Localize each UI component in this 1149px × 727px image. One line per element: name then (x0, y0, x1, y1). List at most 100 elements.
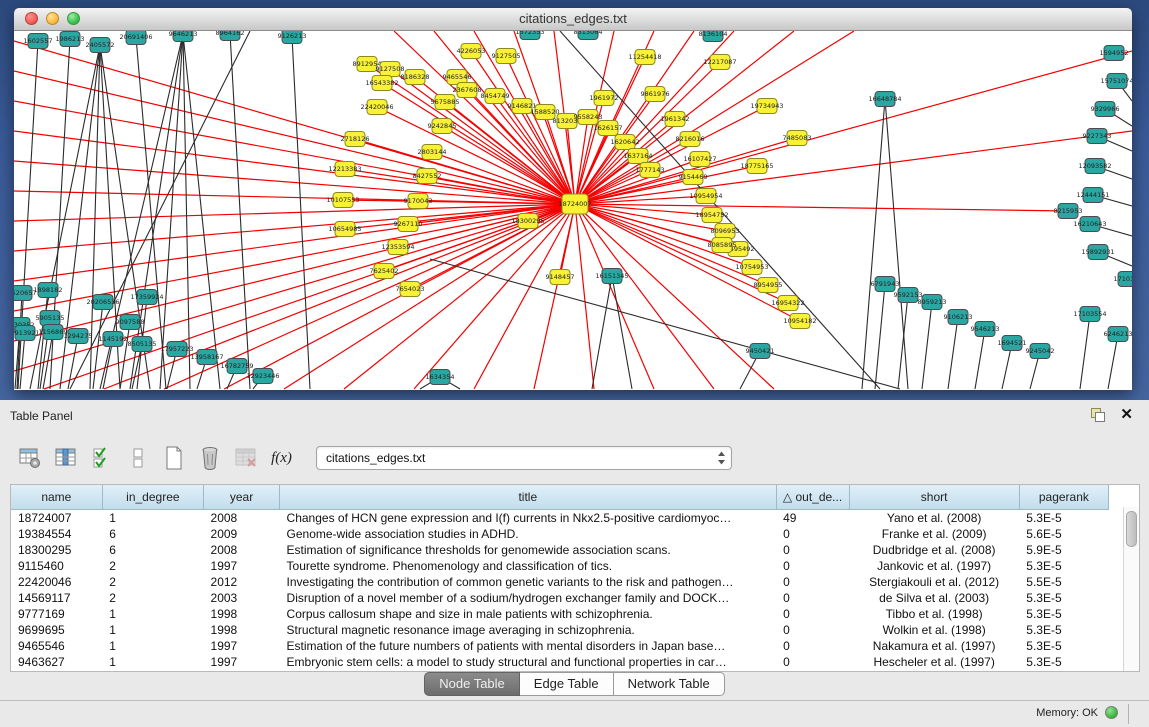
select-all-columns-icon[interactable] (88, 445, 115, 472)
table-row[interactable]: 969969511998Structural magnetic resonanc… (11, 622, 1109, 638)
table-row[interactable]: 911546021997Tourette syndrome. Phenomeno… (11, 558, 1109, 574)
graph-node-label: 16954322 (771, 299, 804, 307)
network-view-canvas[interactable]: 8912954912750816543382818632894655462367… (14, 31, 1132, 390)
table-cell: Yano et al. (2008) (849, 510, 1019, 527)
table-cell: 0 (776, 638, 849, 654)
table-cell: Tourette syndrome. Phenomenology and cla… (280, 558, 777, 574)
table-scrollbar-thumb[interactable] (1126, 511, 1137, 547)
graph-node-label: 8959213 (918, 298, 947, 306)
table-cell: 1997 (204, 638, 280, 654)
graph-node-label: 7485083 (783, 134, 812, 142)
graph-node-label: 1898182 (34, 286, 63, 294)
table-cell: 2 (102, 590, 203, 606)
table-row[interactable]: 946554611997Estimation of the future num… (11, 638, 1109, 654)
table-row[interactable]: 946362711997Embryonic stem cells: a mode… (11, 654, 1109, 670)
citation-edge[interactable] (575, 51, 1132, 204)
column-header-out_de[interactable]: △ out_de... (776, 485, 849, 510)
table-cell: 5.3E-5 (1019, 510, 1108, 527)
table-cell: 1998 (204, 622, 280, 638)
status-bar: Memory: OK (0, 700, 1149, 727)
reference-edge[interactable] (1108, 334, 1118, 389)
citation-network-graph[interactable]: 8912954912750816543382818632894655462367… (14, 31, 1132, 390)
graph-node-label: 17359924 (130, 293, 163, 301)
graph-node-label: 2405572 (86, 41, 115, 49)
table-cell: Investigating the contribution of common… (280, 574, 777, 590)
reference-edge[interactable] (612, 276, 632, 389)
reference-edge[interactable] (130, 34, 183, 389)
graph-node-label: 8454749 (481, 92, 510, 100)
citation-edge[interactable] (355, 139, 575, 204)
table-cell: 0 (776, 542, 849, 558)
column-header-pagerank[interactable]: pagerank (1019, 485, 1108, 510)
float-panel-icon[interactable] (1091, 408, 1105, 422)
graph-node-label: 1626157 (594, 124, 623, 132)
minimize-window-button[interactable] (46, 12, 59, 25)
table-cell: 1997 (204, 654, 280, 670)
function-builder-icon[interactable]: f(x) (268, 445, 295, 472)
table-cell: 1 (102, 606, 203, 622)
tab-edge-table[interactable]: Edge Table (520, 672, 614, 696)
graph-node-label: 7625402 (370, 267, 399, 275)
tab-node-table[interactable]: Node Table (424, 672, 520, 696)
graph-node-label: 12217087 (703, 58, 736, 66)
graph-node-label: 12213383 (328, 165, 361, 173)
create-column-icon[interactable] (160, 445, 187, 472)
reference-edge[interactable] (975, 329, 985, 389)
reference-edge[interactable] (430, 259, 900, 389)
reference-edge[interactable] (70, 31, 250, 389)
graph-node-label: 17103554 (1073, 310, 1106, 318)
citation-edge[interactable] (343, 200, 575, 204)
window-titlebar[interactable]: citations_edges.txt (14, 8, 1132, 31)
table-cell: Stergiakouli et al. (2012) (849, 574, 1019, 590)
citation-edge[interactable] (575, 204, 714, 389)
column-header-year[interactable]: year (204, 485, 280, 510)
delete-columns-icon[interactable] (196, 445, 223, 472)
reference-edge[interactable] (875, 284, 885, 389)
table-cell: 19384554 (11, 526, 102, 542)
zoom-window-button[interactable] (67, 12, 80, 25)
table-row[interactable]: 2242004622012Investigating the contribut… (11, 574, 1109, 590)
column-header-short[interactable]: short (849, 485, 1019, 510)
memory-status-indicator[interactable] (1105, 706, 1118, 719)
table-row[interactable]: 1830029562008Estimation of significance … (11, 542, 1109, 558)
reference-edge[interactable] (922, 302, 932, 389)
citation-edge[interactable] (14, 204, 575, 251)
reference-edge[interactable] (862, 99, 885, 389)
column-header-in_degree[interactable]: in_degree (102, 485, 203, 510)
table-row[interactable]: 1872400712008Changes of HCN gene express… (11, 510, 1109, 527)
reference-edge[interactable] (948, 317, 958, 389)
unselect-all-columns-icon[interactable] (124, 445, 151, 472)
graph-node-label: 10954182 (783, 317, 816, 325)
table-mode-icon[interactable] (16, 445, 43, 472)
table-source-select[interactable]: citations_edges.txt (316, 446, 732, 470)
table-panel-header: Table Panel ✕ (0, 400, 1149, 432)
close-panel-icon[interactable]: ✕ (1120, 408, 1133, 422)
column-header-name[interactable]: name (11, 485, 102, 510)
table-row[interactable]: 1456911722003Disruption of a novel membe… (11, 590, 1109, 606)
reference-edge[interactable] (1080, 314, 1090, 389)
table-scrollbar[interactable] (1123, 507, 1139, 671)
tab-network-table[interactable]: Network Table (614, 672, 725, 696)
graph-node-label: 1294275 (64, 332, 93, 340)
citation-edge[interactable] (14, 204, 575, 221)
close-window-button[interactable] (25, 12, 38, 25)
table-cell: 1 (102, 654, 203, 670)
table-cell: 0 (776, 526, 849, 542)
column-header-title[interactable]: title (280, 485, 777, 510)
reference-edge[interactable] (885, 99, 908, 389)
table-row[interactable]: 977716911998Corpus callosum shape and si… (11, 606, 1109, 622)
graph-node-label: 9245042 (1026, 347, 1055, 355)
graph-node-label: 15751074 (1100, 77, 1132, 85)
citation-edge[interactable] (575, 204, 594, 389)
show-columns-icon[interactable] (52, 445, 79, 472)
graph-node-label: 1777143 (636, 166, 665, 174)
graph-node-label: 1634354 (426, 373, 455, 381)
table-cell: Estimation of the future numbers of pati… (280, 638, 777, 654)
graph-node-label: 8215953 (1054, 207, 1083, 215)
table-cell: Genome-wide association studies in ADHD. (280, 526, 777, 542)
reference-edge[interactable] (592, 276, 612, 389)
table-row[interactable]: 1938455462009Genome-wide association stu… (11, 526, 1109, 542)
graph-node-label: 8186328 (401, 73, 430, 81)
citation-edge[interactable] (474, 204, 575, 389)
graph-node-label: 16210643 (1073, 220, 1106, 228)
